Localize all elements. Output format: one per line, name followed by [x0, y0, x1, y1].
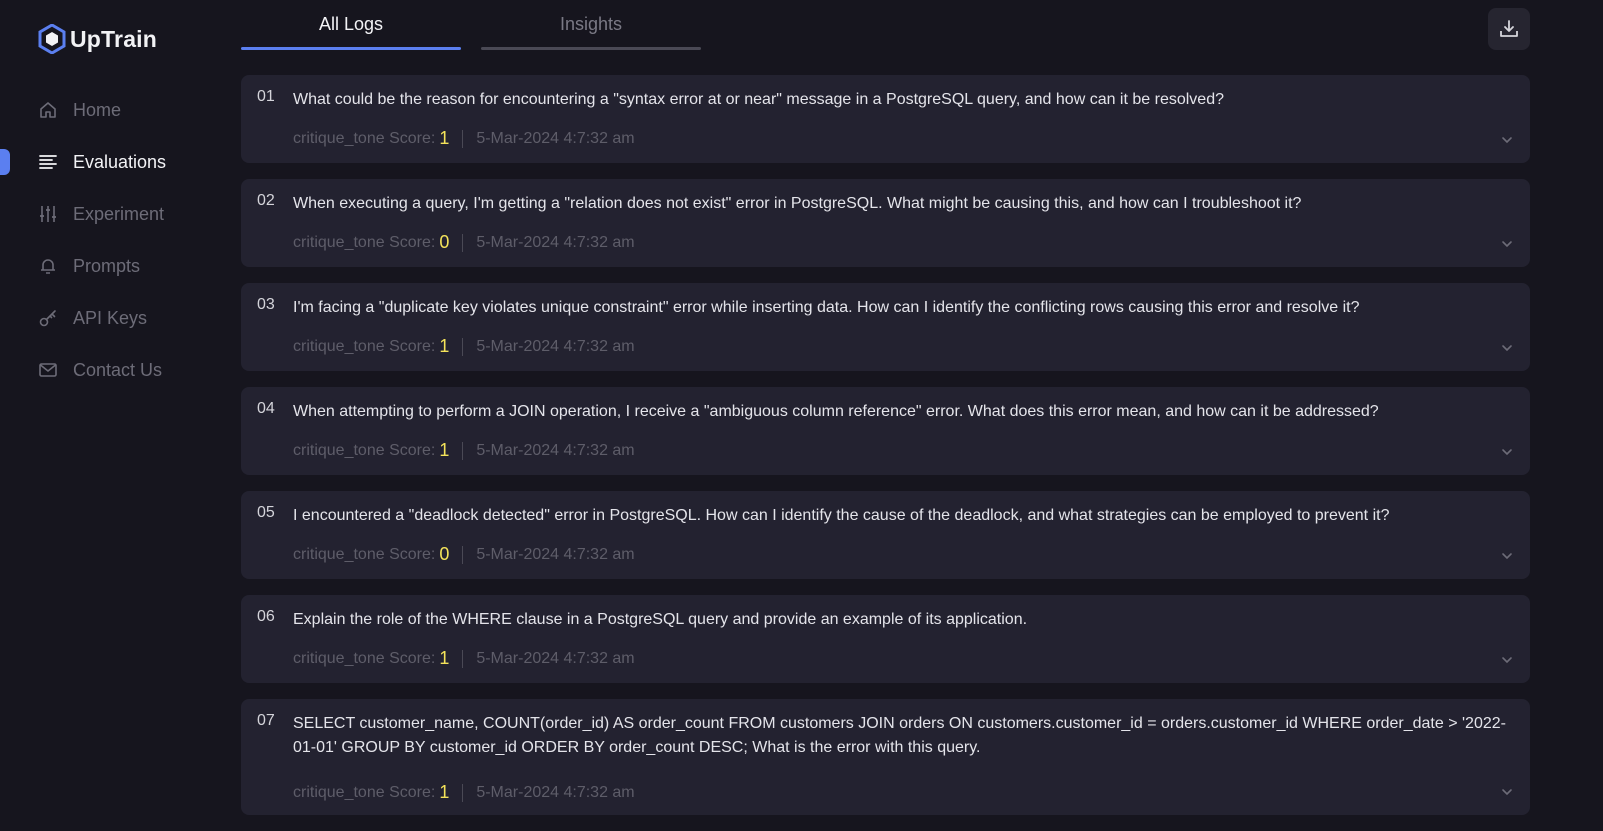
log-meta: critique_tone Score: 1 5-Mar-2024 4:7:32…	[293, 782, 635, 803]
log-number: 07	[257, 712, 275, 729]
logs-list: 01 What could be the reason for encounte…	[241, 75, 1530, 831]
divider	[462, 129, 464, 148]
key-icon	[38, 308, 58, 328]
app-name: UpTrain	[70, 25, 158, 52]
score-value: 1	[439, 128, 450, 148]
log-meta: critique_tone Score: 1 5-Mar-2024 4:7:32…	[293, 336, 635, 357]
sidebar-item-prompts[interactable]: Prompts	[0, 240, 220, 292]
log-meta: critique_tone Score: 1 5-Mar-2024 4:7:32…	[293, 440, 635, 461]
sidebar-item-label: Contact Us	[73, 359, 163, 380]
log-timestamp: 5-Mar-2024 4:7:32 am	[476, 233, 635, 251]
log-card[interactable]: 05 I encountered a "deadlock detected" e…	[241, 491, 1530, 579]
tab-label: Insights	[559, 14, 623, 34]
log-question: When executing a query, I'm getting a "r…	[293, 195, 1302, 212]
log-meta: critique_tone Score: 1 5-Mar-2024 4:7:32…	[293, 128, 635, 149]
log-card[interactable]: 06 Explain the role of the WHERE clause …	[241, 595, 1530, 683]
divider	[462, 233, 464, 252]
download-button[interactable]	[1488, 8, 1530, 50]
chevron-down-icon[interactable]	[1500, 133, 1514, 147]
list-icon	[38, 152, 58, 172]
sidebar-item-label: Prompts	[73, 255, 141, 276]
sidebar-item-label: Home	[73, 99, 122, 120]
score-label: critique_tone Score:	[293, 441, 436, 459]
sidebar-item-evaluations[interactable]: Evaluations	[0, 136, 220, 188]
log-card[interactable]: 02 When executing a query, I'm getting a…	[241, 179, 1530, 267]
score-label: critique_tone Score:	[293, 545, 436, 563]
tab-all-logs[interactable]: All Logs	[241, 0, 461, 50]
score-value: 0	[439, 232, 450, 252]
sidebar-item-label: API Keys	[73, 307, 148, 328]
log-number: 02	[257, 192, 275, 209]
chevron-down-icon[interactable]	[1500, 653, 1514, 667]
log-meta: critique_tone Score: 1 5-Mar-2024 4:7:32…	[293, 648, 635, 669]
log-number: 05	[257, 504, 275, 521]
log-meta: critique_tone Score: 0 5-Mar-2024 4:7:32…	[293, 232, 635, 253]
app-logo[interactable]: UpTrain	[38, 24, 157, 54]
log-timestamp: 5-Mar-2024 4:7:32 am	[476, 649, 635, 667]
bell-icon	[38, 256, 58, 276]
chevron-down-icon[interactable]	[1500, 445, 1514, 459]
log-timestamp: 5-Mar-2024 4:7:32 am	[476, 441, 635, 459]
log-question: I'm facing a "duplicate key violates uni…	[293, 299, 1360, 316]
score-value: 0	[439, 544, 450, 564]
log-question: When attempting to perform a JOIN operat…	[293, 403, 1379, 420]
score-label: critique_tone Score:	[293, 129, 436, 147]
sidebar: UpTrain Home Evaluations Experiment Prom…	[0, 0, 220, 820]
log-question: I encountered a "deadlock detected" erro…	[293, 507, 1390, 524]
score-value: 1	[439, 782, 450, 802]
chevron-down-icon[interactable]	[1500, 549, 1514, 563]
active-indicator	[0, 149, 10, 175]
log-question: SELECT customer_name, COUNT(order_id) AS…	[293, 715, 1506, 756]
sidebar-item-api-keys[interactable]: API Keys	[0, 292, 220, 344]
tab-label: All Logs	[318, 14, 384, 34]
sidebar-item-label: Experiment	[73, 203, 165, 224]
log-timestamp: 5-Mar-2024 4:7:32 am	[476, 337, 635, 355]
sidebar-item-home[interactable]: Home	[0, 84, 220, 136]
log-card[interactable]: 04 When attempting to perform a JOIN ope…	[241, 387, 1530, 475]
score-value: 1	[439, 440, 450, 460]
log-timestamp: 5-Mar-2024 4:7:32 am	[476, 783, 635, 801]
score-value: 1	[439, 648, 450, 668]
score-label: critique_tone Score:	[293, 233, 436, 251]
log-question: Explain the role of the WHERE clause in …	[293, 611, 1028, 628]
tab-underline	[241, 47, 461, 50]
score-label: critique_tone Score:	[293, 337, 436, 355]
divider	[462, 337, 464, 356]
log-number: 03	[257, 296, 275, 313]
divider	[462, 783, 464, 802]
mail-icon	[38, 360, 58, 380]
sliders-icon	[38, 204, 58, 224]
divider	[462, 545, 464, 564]
sidebar-item-contact-us[interactable]: Contact Us	[0, 344, 220, 396]
score-label: critique_tone Score:	[293, 783, 436, 801]
log-card[interactable]: 01 What could be the reason for encounte…	[241, 75, 1530, 163]
score-label: critique_tone Score:	[293, 649, 436, 667]
log-card[interactable]: 03 I'm facing a "duplicate key violates …	[241, 283, 1530, 371]
chevron-down-icon[interactable]	[1500, 237, 1514, 251]
log-number: 06	[257, 608, 275, 625]
home-icon	[38, 100, 58, 120]
uptrain-logo-icon	[38, 24, 66, 54]
divider	[462, 649, 464, 668]
sidebar-item-label: Evaluations	[73, 151, 167, 172]
log-card[interactable]: 07 SELECT customer_name, COUNT(order_id)…	[241, 699, 1530, 815]
tab-underline	[481, 47, 701, 50]
download-icon	[1500, 20, 1518, 37]
log-number: 04	[257, 400, 275, 417]
tab-insights[interactable]: Insights	[481, 0, 701, 50]
divider	[462, 441, 464, 460]
log-timestamp: 5-Mar-2024 4:7:32 am	[476, 545, 635, 563]
log-number: 01	[257, 88, 275, 105]
log-question: What could be the reason for encounterin…	[293, 91, 1224, 108]
score-value: 1	[439, 336, 450, 356]
chevron-down-icon[interactable]	[1500, 785, 1514, 799]
log-meta: critique_tone Score: 0 5-Mar-2024 4:7:32…	[293, 544, 635, 565]
sidebar-nav: Home Evaluations Experiment Prompts API …	[0, 84, 220, 396]
sidebar-item-experiment[interactable]: Experiment	[0, 188, 220, 240]
log-timestamp: 5-Mar-2024 4:7:32 am	[476, 129, 635, 147]
chevron-down-icon[interactable]	[1500, 341, 1514, 355]
